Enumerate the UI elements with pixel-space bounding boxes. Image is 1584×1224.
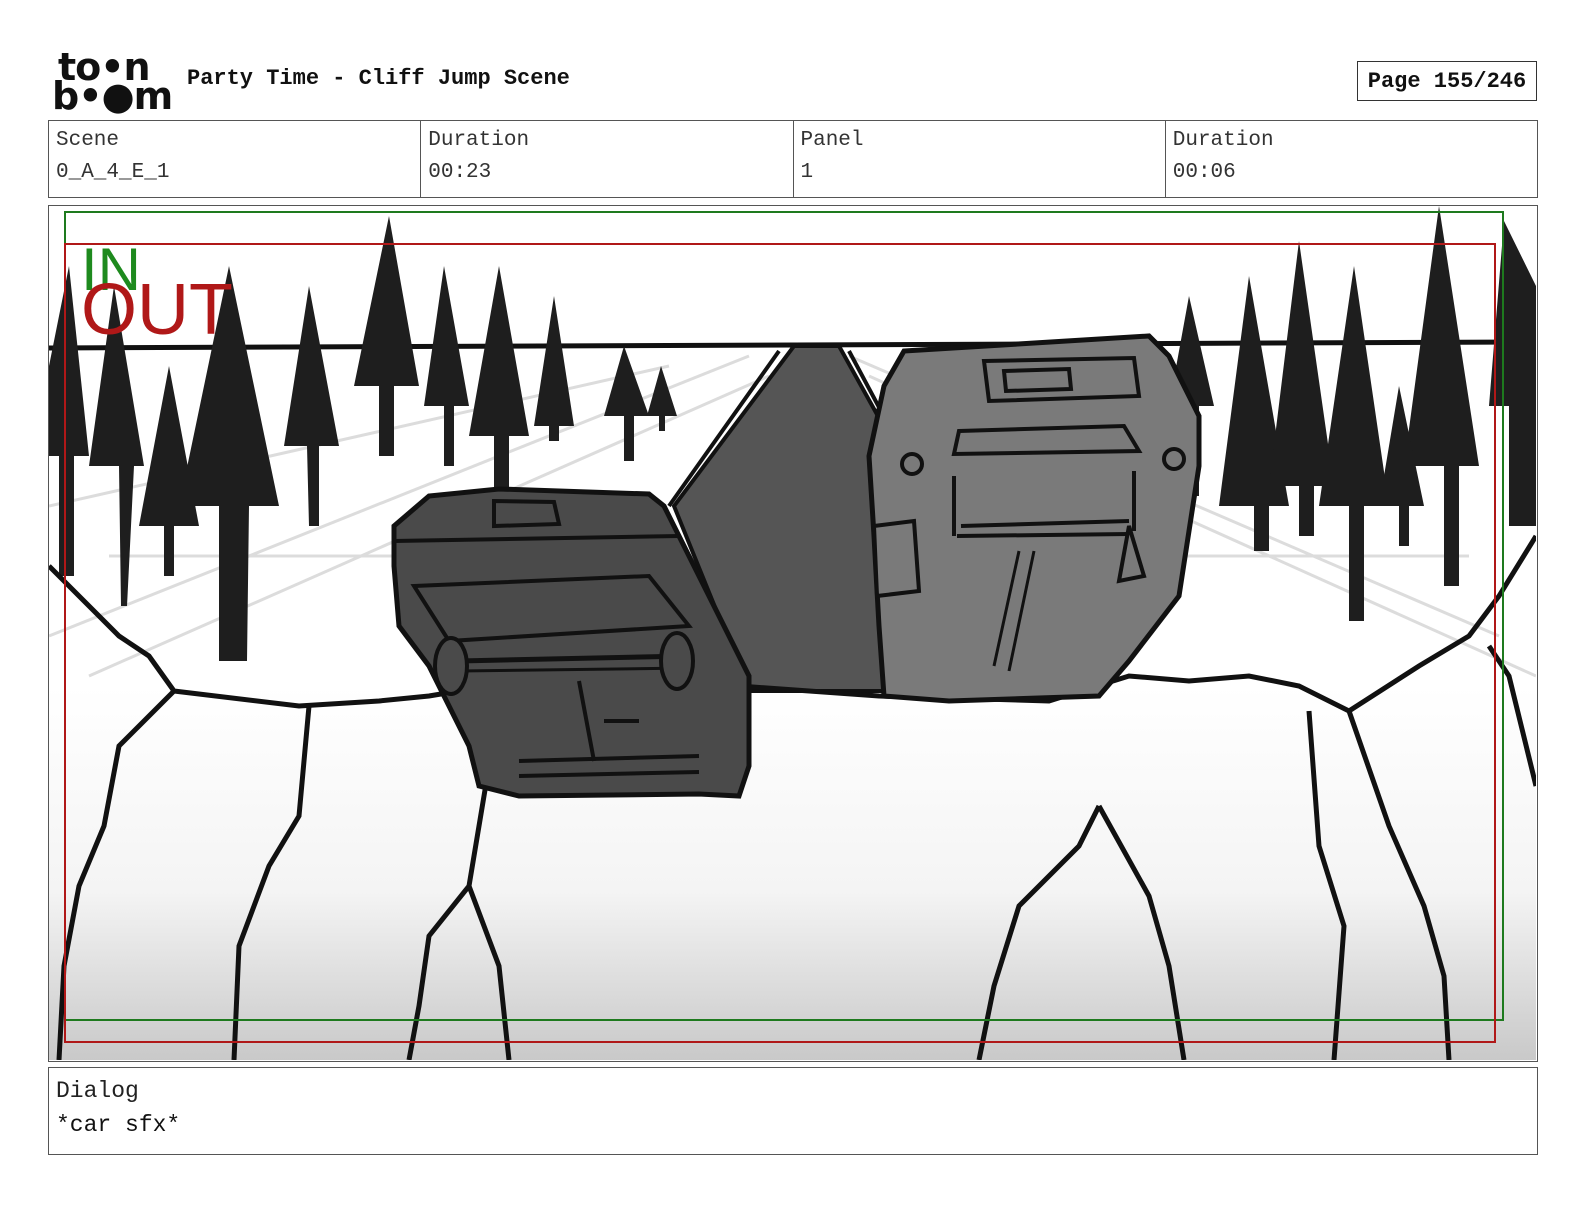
page-title: Party Time - Cliff Jump Scene <box>187 66 570 91</box>
logo-line-2: b•●m <box>52 74 173 118</box>
panel-duration-label: Duration <box>1172 129 1274 152</box>
panel-duration-value: 00:06 <box>1172 161 1236 184</box>
dialog-text: *car sfx* <box>56 1112 181 1138</box>
toonboom-logo: to•n b•●m <box>52 48 173 115</box>
dialog-box: Dialog *car sfx* <box>48 1067 1538 1155</box>
panel-value: 1 <box>800 161 814 184</box>
scene-label: Scene <box>56 129 120 152</box>
panel-label: Panel <box>800 129 864 152</box>
scene-info-table: Scene 0_A_4_E_1 Duration 00:23 Panel 1 D… <box>48 120 1538 198</box>
panel-drawing: IN OUT <box>49 206 1536 1060</box>
storyboard-panel: IN OUT <box>48 205 1538 1062</box>
panel-cell: Panel 1 <box>794 121 1166 197</box>
dialog-label: Dialog <box>56 1078 139 1104</box>
scene-value: 0_A_4_E_1 <box>56 161 170 184</box>
out-label: OUT <box>81 270 233 350</box>
scene-duration-cell: Duration 00:23 <box>421 121 794 197</box>
page-number: Page 155/246 <box>1357 61 1537 101</box>
panel-duration-cell: Duration 00:06 <box>1166 121 1537 197</box>
scene-duration-value: 00:23 <box>428 161 492 184</box>
scene-duration-label: Duration <box>428 129 530 152</box>
scene-cell: Scene 0_A_4_E_1 <box>49 121 422 197</box>
